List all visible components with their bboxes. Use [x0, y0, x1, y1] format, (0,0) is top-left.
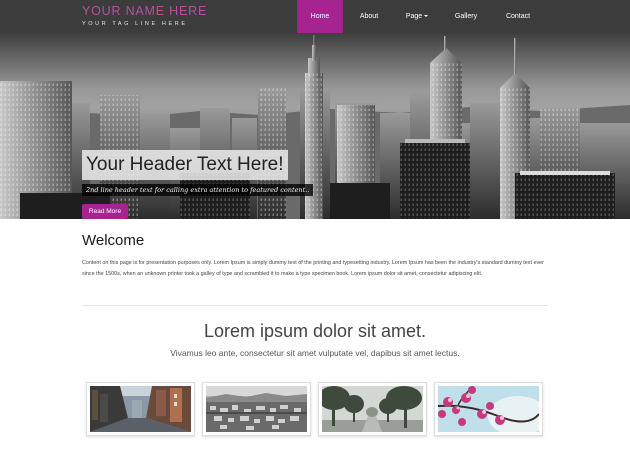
- nav-page-dropdown[interactable]: Page: [395, 0, 439, 33]
- hero-banner: Your Header Text Here! 2nd line header t…: [0, 33, 630, 219]
- gallery-thumb-pink-blossoms[interactable]: [434, 382, 543, 436]
- town-aerial-photo: [206, 386, 307, 432]
- main-nav: Home About Page Gallery Contact: [297, 0, 543, 33]
- top-navigation-bar: YOUR NAME HERE YOUR TAG LINE HERE Home A…: [0, 0, 630, 33]
- city-street-photo: [90, 386, 191, 432]
- nav-home[interactable]: Home: [297, 0, 343, 33]
- nav-about-label: About: [359, 13, 379, 20]
- nav-gallery-label: Gallery: [454, 13, 478, 20]
- site-tagline: YOUR TAG LINE HERE: [82, 21, 188, 27]
- read-more-button[interactable]: Read More: [82, 204, 128, 219]
- welcome-heading: Welcome: [82, 232, 145, 249]
- hero-title: Your Header Text Here!: [82, 150, 288, 180]
- nav-contact[interactable]: Contact: [493, 0, 543, 33]
- nav-page-label: Page: [405, 13, 423, 20]
- welcome-paragraph: Content on this page is for presentation…: [82, 260, 544, 277]
- nav-contact-label: Contact: [505, 13, 531, 20]
- nav-about[interactable]: About: [343, 0, 395, 33]
- nav-gallery[interactable]: Gallery: [439, 0, 493, 33]
- foggy-trees-photo: [322, 386, 423, 432]
- lorem-heading: Lorem ipsum dolor sit amet.: [203, 321, 427, 341]
- pink-blossoms-photo: [438, 386, 539, 432]
- hero-subtitle: 2nd line header text for calling extra a…: [82, 184, 314, 196]
- lorem-subheading: Vivamus leo ante, consectetur sit amet v…: [170, 348, 460, 358]
- nav-home-label: Home: [310, 13, 330, 20]
- gallery-thumb-foggy-trees[interactable]: [318, 382, 427, 436]
- site-brand[interactable]: YOUR NAME HERE YOUR TAG LINE HERE: [82, 4, 207, 27]
- gallery-thumb-city-street[interactable]: [86, 382, 195, 436]
- section-divider: [82, 305, 548, 306]
- gallery-thumb-town-aerial[interactable]: [202, 382, 311, 436]
- caret-down-icon: [424, 15, 429, 17]
- site-name[interactable]: YOUR NAME HERE: [82, 4, 207, 18]
